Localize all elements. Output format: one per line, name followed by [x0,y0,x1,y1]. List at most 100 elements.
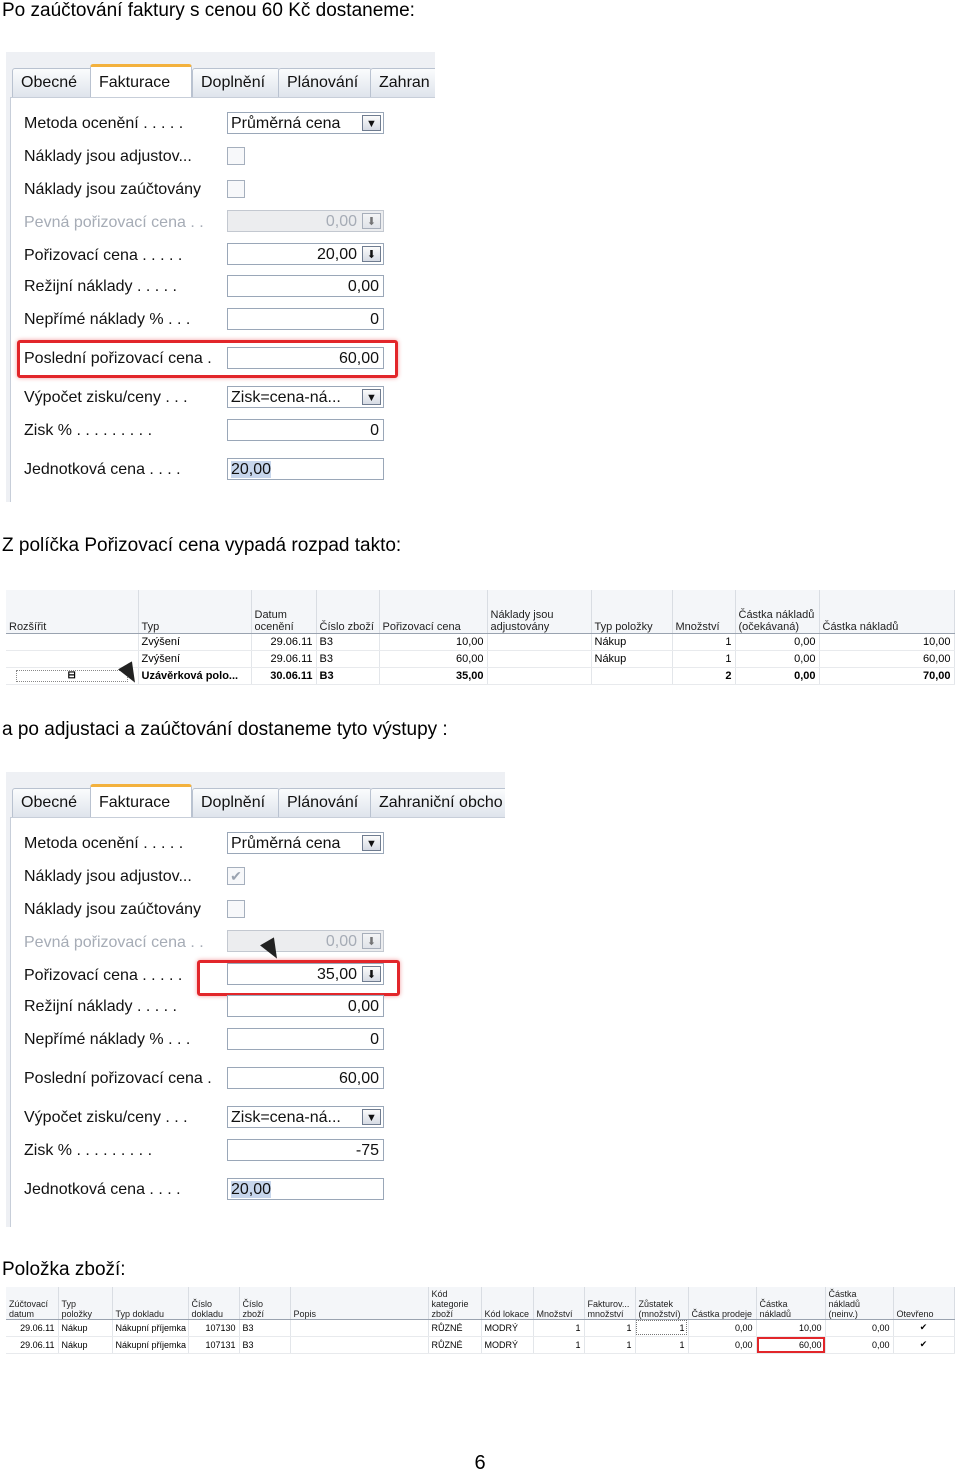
cell: B3 [316,633,380,651]
naklady-adjustovany-checkbox[interactable]: ✔ [227,867,245,885]
check-icon: ✔ [893,1319,955,1337]
col-typ-polozky[interactable]: Typ položky [58,1287,113,1320]
table-row[interactable]: 29.06.11 Nákup Nákupní příjemka 107130 B… [6,1319,955,1337]
heading-1: Po zaúčtování faktury s cenou 60 Kč dost… [2,0,415,21]
highlight-porizovaci-cena [197,960,400,996]
metoda-oceneni-select[interactable]: Průměrná cena ▼ [227,832,384,854]
porizovaci-cena-field[interactable]: 20,00 ⬇ [227,243,384,265]
col-popis[interactable]: Popis [290,1287,429,1320]
tab-zahranicni[interactable]: Zahraniční obcho [370,788,505,817]
col-cislo-dokladu[interactable]: Číslo dokladu [188,1287,240,1320]
heading-3: a po adjustaci a zaúčtování dostaneme ty… [2,719,448,740]
col-cislo-zbozi[interactable]: Číslo zboží [239,1287,291,1320]
label-naklady-adjustovany: Náklady jsou adjustov... [24,868,192,885]
lookup-icon[interactable]: ⬇ [362,246,381,262]
highlight-castka-nakladu: 60,00 [756,1336,826,1354]
dropdown-icon[interactable]: ▼ [362,389,381,405]
metoda-oceneni-select[interactable]: Průměrná cena ▼ [227,112,384,134]
collapse-icon[interactable]: ⊟ [15,670,128,682]
tab-zahranicni[interactable]: Zahran [370,68,435,97]
col-kod-lokace[interactable]: Kód lokace [481,1287,534,1320]
vypocet-zisku-select[interactable]: Zisk=cena-ná... ▼ [227,1106,384,1128]
cell: MODRÝ [481,1319,534,1337]
tab-fakturace[interactable]: Fakturace [90,784,192,820]
col-mnozstvi[interactable]: Množství [672,590,736,634]
tab-bar: Obecné Fakturace Doplnění Plánování Zahr… [6,784,505,820]
jednotkova-cena-field[interactable]: 20,00 [227,458,384,480]
col-kod-kategorie-zbozi[interactable]: Kód kategorie zboží [428,1287,482,1320]
tab-planovani[interactable]: Plánování [278,788,372,817]
col-castka-nakladu[interactable]: Částka nákladů [819,590,955,634]
tab-obecne[interactable]: Obecné [12,68,96,97]
pevna-porizovaci-cena-value: 0,00 [325,933,357,950]
cell: B3 [239,1336,291,1354]
col-cislo-zbozi[interactable]: Číslo zboží [316,590,380,634]
col-typ-dokladu[interactable]: Typ dokladu [112,1287,189,1320]
naklady-adjustovany-checkbox[interactable] [227,147,245,165]
cell: Nákupní příjemka [112,1336,189,1354]
cell [487,650,592,668]
vypocet-zisku-value: Zisk=cena-ná... [231,1109,341,1126]
col-castka-nakladu[interactable]: Částka nákladů [756,1287,826,1320]
cell: Zvýšení [138,633,252,651]
table-row[interactable]: 29.06.11 Nákup Nákupní příjemka 107131 B… [6,1336,955,1354]
cell [6,633,139,651]
col-fakturovane-mnozstvi[interactable]: Fakturov... množství [584,1287,636,1320]
vypocet-zisku-value: Zisk=cena-ná... [231,389,341,406]
col-naklady-adjustovany[interactable]: Náklady jsou adjustovány [487,590,592,634]
dropdown-icon[interactable]: ▼ [362,835,381,851]
label-zisk: Zisk % . . . . . . . . . [24,1142,153,1159]
cell: 10,00 [819,633,955,651]
jednotkova-cena-field[interactable]: 20,00 [227,1178,384,1200]
tab-fakturace[interactable]: Fakturace [90,64,192,100]
cell: 29.06.11 [251,650,317,668]
cell: 1 [584,1336,636,1354]
naklady-zauctovany-checkbox[interactable] [227,900,245,918]
cell: 1 [533,1319,585,1337]
cell: Nákup [58,1336,113,1354]
dropdown-icon[interactable]: ▼ [362,1109,381,1125]
label-zisk: Zisk % . . . . . . . . . [24,422,153,439]
col-typ[interactable]: Typ [138,590,252,634]
rezijni-naklady-field[interactable]: 0,00 [227,995,384,1017]
label-vypocet-zisku: Výpočet zisku/ceny . . . [24,389,188,406]
rezijni-naklady-field[interactable]: 0,00 [227,275,384,297]
dropdown-icon[interactable]: ▼ [362,115,381,131]
neprime-naklady-field[interactable]: 0 [227,1028,384,1050]
cell: 1 [672,633,736,651]
col-mnozstvi[interactable]: Množství [533,1287,585,1320]
table-row[interactable]: Zvýšení 29.06.11 B3 10,00 Nákup 1 0,00 1… [6,633,955,651]
table-row[interactable]: Zvýšení 29.06.11 B3 60,00 Nákup 1 0,00 6… [6,650,955,668]
cell: Nákup [591,633,673,651]
tab-doplneni[interactable]: Doplnění [192,68,280,97]
col-datum-oceneni[interactable]: Datum ocenění [251,590,317,634]
col-otevreno[interactable]: Otevřeno [893,1287,955,1320]
col-typ-polozky[interactable]: Typ položky [591,590,673,634]
col-zuctovaci-datum[interactable]: Zúčtovací datum [6,1287,59,1320]
naklady-zauctovany-checkbox[interactable] [227,180,245,198]
col-castka-nakladu-neinv[interactable]: Částka nákladů (neinv.) [825,1287,894,1320]
tab-doplneni[interactable]: Doplnění [192,788,280,817]
neprime-naklady-field[interactable]: 0 [227,308,384,330]
label-jednotkova-cena: Jednotková cena . . . . [24,1181,181,1198]
zisk-field[interactable]: 0 [227,419,384,441]
col-castka-prodeje[interactable]: Částka prodeje [688,1287,757,1320]
metoda-oceneni-value: Průměrná cena [231,115,341,132]
col-rozsirit[interactable]: Rozšířit [6,590,139,634]
zisk-field[interactable]: -75 [227,1139,384,1161]
col-zustatek[interactable]: Zůstatek (množství) [635,1287,689,1320]
tab-obecne[interactable]: Obecné [12,788,96,817]
col-porizovaci-cena[interactable]: Pořizovací cena [379,590,488,634]
cell: 0,00 [825,1319,894,1337]
table-row-total[interactable]: ⊟ Uzávěrková polo... 30.06.11 B3 35,00 2… [6,667,955,685]
item-ledger-header-row: Zúčtovací datum Typ položky Typ dokladu … [6,1287,955,1320]
posledni-porizovaci-cena-field[interactable]: 60,00 [227,1067,384,1089]
item-card-screenshot-1: Obecné Fakturace Doplnění Plánování Zahr… [6,52,435,502]
cell: 29.06.11 [6,1319,59,1337]
vypocet-zisku-select[interactable]: Zisk=cena-ná... ▼ [227,386,384,408]
label-pevna-porizovaci-cena: Pevná pořizovací cena . . [24,934,204,951]
tab-planovani[interactable]: Plánování [278,68,372,97]
highlight-posledni-porizovaci-cena [17,340,398,378]
cell: 10,00 [379,633,488,651]
col-castka-nakladu-ocekavana[interactable]: Částka nákladů (očekávaná) [735,590,820,634]
